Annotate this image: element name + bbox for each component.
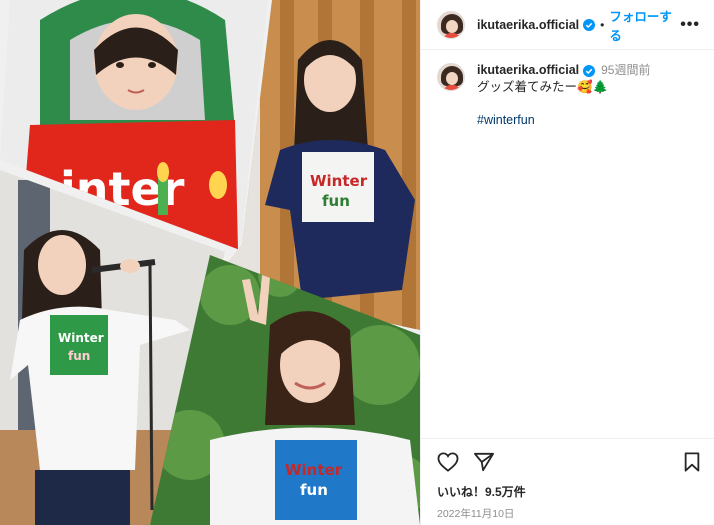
svg-text:fun: fun	[68, 349, 90, 363]
caption-text: グッズ着てみたー🥰🌲	[477, 80, 609, 94]
post-actions: いいね！9.5万件 2022年11月10日	[421, 438, 714, 521]
post-caption: ikutaerika.official 95週間前 グッズ着てみたー🥰🌲 #wi…	[421, 50, 714, 129]
caption-body: ikutaerika.official 95週間前 グッズ着てみたー🥰🌲 #wi…	[477, 62, 650, 129]
verified-badge-icon	[583, 64, 596, 77]
follow-button[interactable]: フォローする	[609, 6, 680, 44]
username-link[interactable]: ikutaerika.official	[477, 18, 579, 32]
caption-username-link[interactable]: ikutaerika.official	[477, 62, 579, 79]
caption-avatar[interactable]	[437, 63, 465, 91]
post-media[interactable]: inter Winter fun Winter fun Winter fun	[0, 0, 420, 525]
post-time-ago[interactable]: 95週間前	[601, 62, 650, 79]
more-options-icon[interactable]: •••	[680, 16, 700, 34]
heart-icon[interactable]	[437, 452, 459, 472]
post-sidebar: ikutaerika.official • フォローする ••• ikutaer…	[420, 0, 714, 525]
hashtag-link[interactable]: #winterfun	[477, 112, 650, 129]
svg-text:fun: fun	[322, 192, 350, 210]
svg-text:Winter: Winter	[58, 331, 104, 345]
svg-text:fun: fun	[300, 481, 328, 499]
bookmark-icon[interactable]	[683, 452, 701, 472]
post-date: 2022年11月10日	[437, 508, 515, 520]
separator-dot: •	[600, 17, 605, 32]
svg-text:Winter: Winter	[285, 461, 343, 479]
svg-text:Winter: Winter	[310, 172, 368, 190]
post-header: ikutaerika.official • フォローする •••	[421, 0, 714, 50]
avatar[interactable]	[437, 10, 465, 39]
verified-badge-icon	[583, 18, 596, 31]
like-count[interactable]: いいね！9.5万件	[437, 483, 701, 500]
paper-plane-icon[interactable]	[473, 452, 495, 472]
